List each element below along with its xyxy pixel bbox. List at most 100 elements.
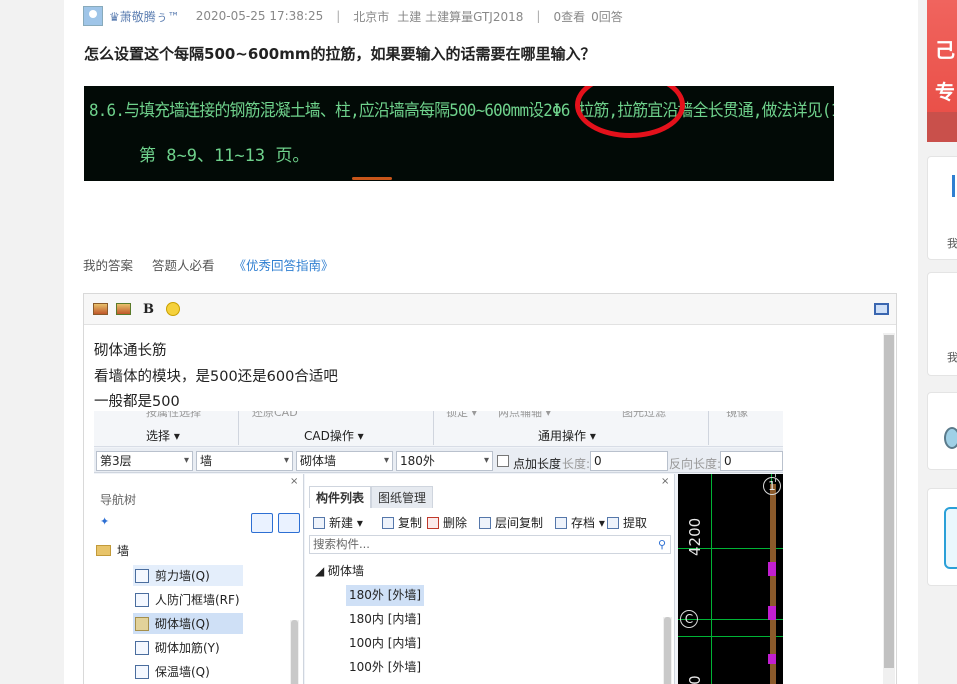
tree-item-label: 砌体墙(Q) <box>155 617 210 631</box>
avatar[interactable] <box>83 6 103 26</box>
fullscreen-button[interactable] <box>873 301 890 317</box>
bold-button[interactable]: B <box>140 301 157 317</box>
answer-links: 我的答案 答题人必看 《优秀回答指南》 <box>83 255 349 274</box>
my-answer-label: 我的答案 <box>83 258 134 273</box>
guide-link[interactable]: 《优秀回答指南》 <box>234 258 334 273</box>
author-name[interactable]: ♛萧敬腾ぅ™ <box>109 8 180 25</box>
image-text-line1: 8.6.与填充墙连接的钢筋混凝土墙、柱,应沿墙高每隔500~600mm设2Φ6 … <box>89 101 834 121</box>
component-toolbar: 新建 ▾ 复制 删除 层间复制 存档 ▾ 提取 <box>309 510 671 534</box>
question-title: 怎么设置这个每隔500~600mm的拉筋，如果要输入的话需要在哪里输入？ <box>84 45 596 63</box>
tab-drawing-manage: 图纸管理 <box>371 486 434 508</box>
tree-root: 墙 <box>96 542 129 559</box>
editor-body[interactable]: 砌体通长筋 看墙体的模块，是500还是600合适吧 一般都是500 按属性选择 … <box>84 325 896 684</box>
editor-scrollbar[interactable] <box>883 333 895 684</box>
editor-scrollbar-thumb[interactable] <box>884 335 894 668</box>
ribbon-cut-item: 按属性选择 <box>146 411 201 419</box>
image-text-line2: 第 8~9、11~13 页。 <box>139 146 310 166</box>
tree-item: 保温墙(Q) <box>133 661 243 682</box>
card-snippet: 我 <box>947 237 957 250</box>
answer-editor[interactable]: B 砌体通长筋 看墙体的模块，是500还是600合适吧 一般都是500 按属性选… <box>83 293 897 684</box>
component-search: 搜索构件... ⚲ <box>309 535 671 554</box>
card-accent <box>952 175 955 197</box>
image-mark <box>352 177 392 180</box>
search-placeholder: 搜索构件... <box>313 537 370 551</box>
grid-line <box>678 636 783 637</box>
tree-item-label: 人防门框墙(RF) <box>155 593 240 607</box>
banner-text: 己 <box>935 38 955 62</box>
ribbon-separator <box>238 411 239 445</box>
floor-select: 第3层 <box>96 451 193 471</box>
ribbon-group-common: 通用操作 ▾ <box>538 429 596 443</box>
tree-item-label: 保温墙(Q) <box>155 665 210 679</box>
extract-icon <box>607 516 619 529</box>
category[interactable]: 土建 土建算量GTJ2018 <box>397 8 523 25</box>
ribbon-cut-item: 图元过滤 <box>622 411 666 419</box>
promo-banner[interactable]: 己 专 <box>927 0 957 142</box>
tree-root-label: 墙 <box>117 544 130 558</box>
archive-icon <box>555 516 567 529</box>
search-icon: ⚲ <box>657 538 666 551</box>
side-card[interactable]: 我 <box>927 272 957 376</box>
insert-image-button[interactable] <box>92 301 109 317</box>
phone-icon <box>944 507 957 569</box>
list-view-icon <box>251 513 273 533</box>
component-item: 100外 [外墙] <box>349 660 422 674</box>
copy-icon <box>382 516 394 529</box>
rebar-icon <box>135 640 149 655</box>
new-button: 新建 ▾ <box>313 514 363 531</box>
app-icon <box>944 427 957 449</box>
tab-component-list: 构件列表 <box>309 486 372 508</box>
copy-button: 复制 <box>382 514 422 531</box>
highlight-circle <box>575 86 685 138</box>
nav-tree-panel: × 导航树 ✦ 墙 剪力墙(Q) 人防门框墙(RF) 砌体墙(Q) 砌体加筋(Y… <box>94 474 304 684</box>
nav-scrollbar-thumb <box>291 620 298 684</box>
grid-line <box>711 474 712 684</box>
selector-row: 第3层 墙 砌体墙 180外 点加长度 长度: 0 反向长度: 0 <box>94 448 783 473</box>
side-card[interactable]: 我 <box>927 156 957 260</box>
dimension-4200: 4200 <box>686 517 704 556</box>
answer-line: 一般都是500 <box>94 394 180 410</box>
axis-bubble-c: C <box>680 610 698 628</box>
tree-item: 砌体墙(Q) <box>133 613 243 634</box>
delete-icon <box>427 516 439 529</box>
divider: | <box>536 9 541 23</box>
archive-button: 存档 ▾ <box>555 514 605 531</box>
nav-scrollbar <box>290 620 299 684</box>
question-meta: ♛萧敬腾ぅ™ 2020-05-25 17:38:25 | 北京市 土建 土建算量… <box>83 6 623 26</box>
tree-item-label: 剪力墙(Q) <box>155 569 210 583</box>
point-length-checkbox <box>497 455 509 467</box>
question-image[interactable]: 8.6.与填充墙连接的钢筋混凝土墙、柱,应沿墙高每隔500~600mm设2Φ6 … <box>84 86 834 181</box>
ribbon-cut-row: 按属性选择 还原CAD 锁定 ▾ 两点辅轴 ▾ 图元过滤 镜像 <box>94 411 783 419</box>
answer-line: 看墙体的模块，是500还是600合适吧 <box>94 369 338 385</box>
card-snippet: 我 <box>947 351 957 364</box>
component-tabs: 构件列表 图纸管理 <box>309 486 434 508</box>
location: 北京市 <box>353 9 390 24</box>
reverse-length-label: 反向长度: <box>669 457 722 471</box>
tree-item: 剪力墙(Q) <box>133 565 243 586</box>
cad-drawing-view: 4200 700 C 1 <box>678 474 783 684</box>
close-icon: × <box>661 476 670 487</box>
civil-defense-icon <box>135 592 149 607</box>
side-card[interactable] <box>927 392 957 470</box>
nav-tree-title: 导航树 <box>100 493 137 507</box>
ribbon-cut-item: 锁定 ▾ <box>446 411 478 419</box>
pin-icon: ✦ <box>100 515 110 528</box>
ribbon-separator <box>708 411 709 445</box>
side-card[interactable] <box>927 488 957 586</box>
upload-image-button[interactable] <box>115 301 132 317</box>
emoji-button[interactable] <box>164 301 181 317</box>
ribbon-group-cad: CAD操作 ▾ <box>304 429 364 443</box>
component-scrollbar <box>663 617 672 684</box>
ribbon: 按属性选择 还原CAD 锁定 ▾ 两点辅轴 ▾ 图元过滤 镜像 选择 ▾ CAD… <box>94 411 783 447</box>
dimension-700: 700 <box>686 675 704 684</box>
delete-button: 删除 <box>427 514 467 531</box>
new-icon <box>313 516 325 529</box>
nav-tools: ✦ <box>94 511 304 535</box>
divider: | <box>336 9 341 23</box>
wall-marker <box>768 606 776 620</box>
component-root: ◢ 砌体墙 <box>315 564 365 578</box>
must-read-link[interactable]: 答题人必看 <box>152 258 215 273</box>
answer-line: 砌体通长筋 <box>94 343 167 359</box>
component-item: 180内 [内墙] <box>349 612 422 626</box>
component-scrollbar-thumb <box>664 617 671 684</box>
